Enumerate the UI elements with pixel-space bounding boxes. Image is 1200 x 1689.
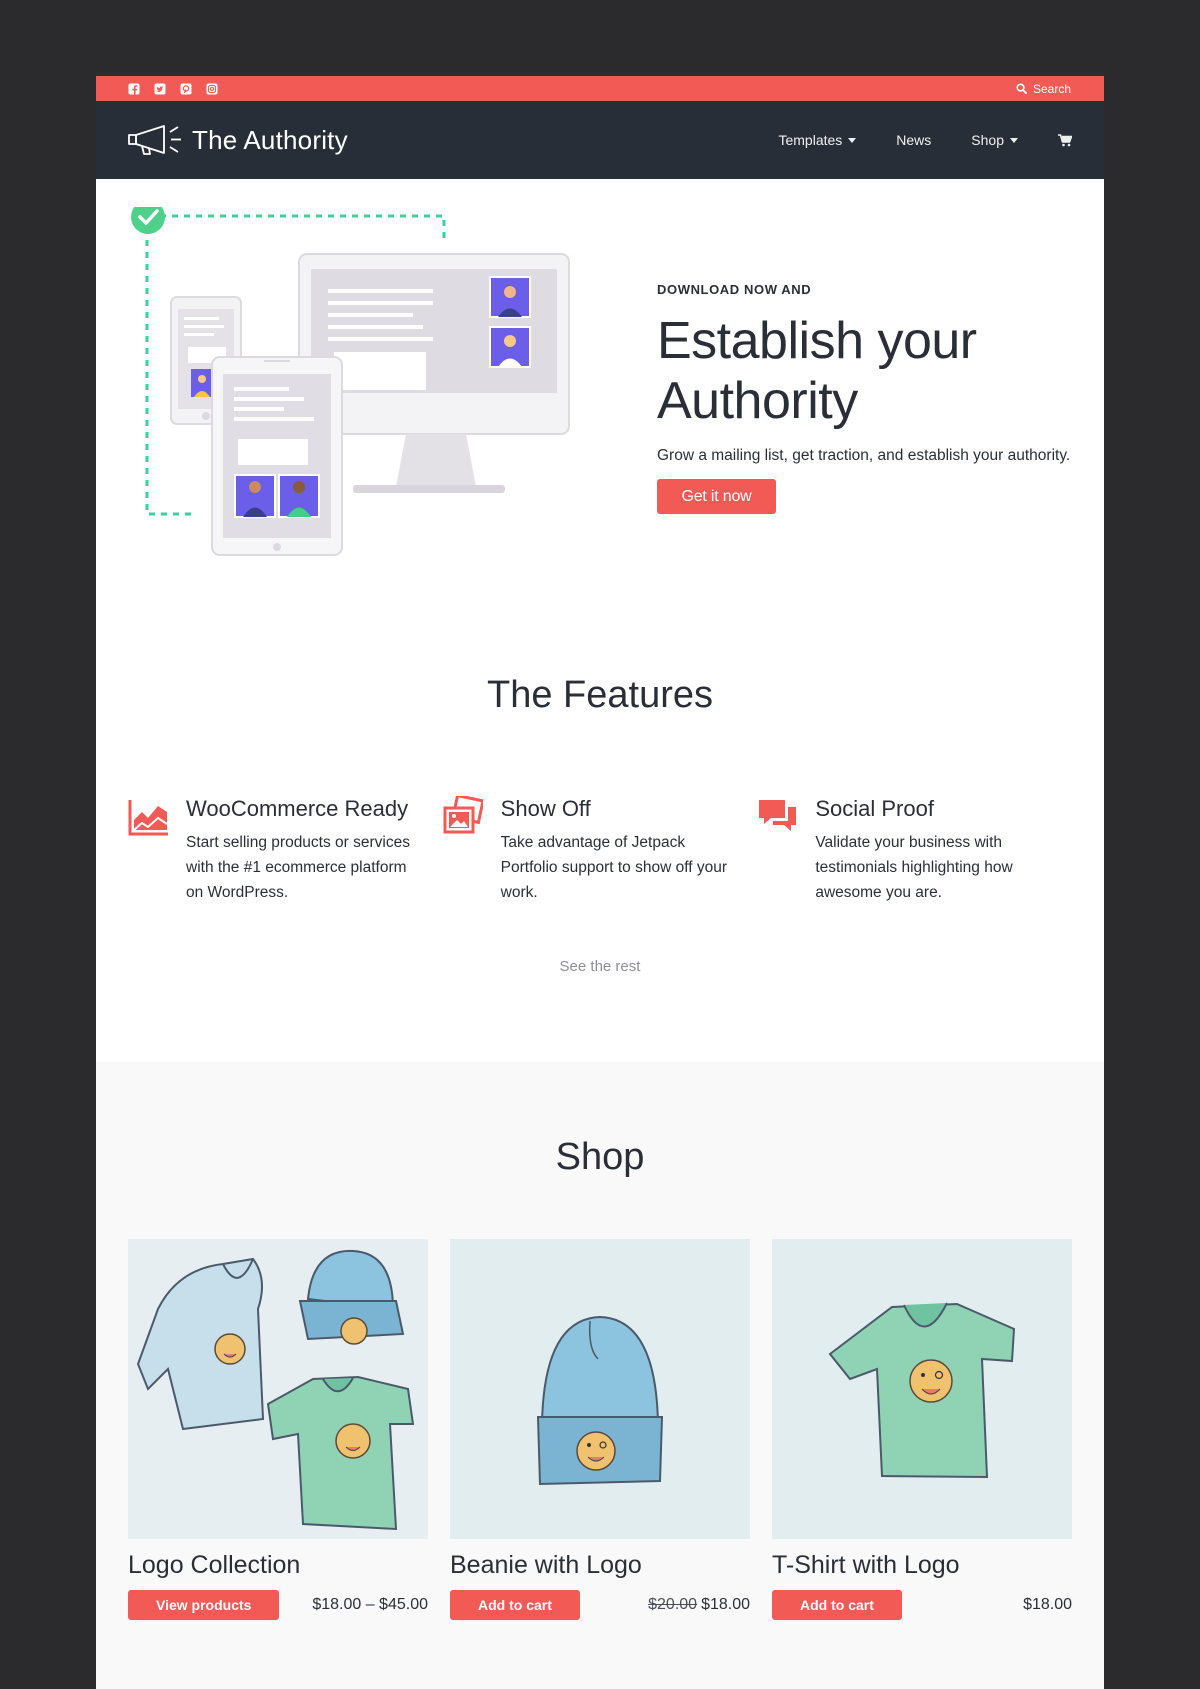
search-label: Search (1032, 81, 1071, 96)
social-links (128, 83, 218, 95)
hero-title-line: Authority (657, 372, 858, 430)
top-bar: Search (96, 76, 1104, 101)
menu-item-news[interactable]: News (896, 132, 931, 148)
feature-item: WooCommerce Ready Start selling products… (128, 796, 443, 905)
menu-item-shop[interactable]: Shop (971, 132, 1018, 148)
megaphone-logo-icon (128, 125, 181, 155)
facebook-icon[interactable] (128, 83, 140, 95)
devices-illustration (131, 207, 570, 556)
feature-title: Show Off (500, 796, 591, 821)
product-price: $20.00 $18.00 (648, 1596, 750, 1614)
add-to-cart-button[interactable]: Add to cart (450, 1590, 580, 1620)
get-it-now-button[interactable]: Get it now (657, 479, 776, 514)
pinterest-icon[interactable] (180, 83, 192, 95)
product-grid: Logo Collection View products $18.00 – $… (128, 1239, 1072, 1620)
site-brand[interactable]: The Authority (128, 123, 348, 157)
see-the-rest-link[interactable]: See the rest (96, 958, 1104, 975)
product-sale-price: $18.00 (701, 1596, 750, 1613)
feature-text: Validate your business with testimonials… (815, 834, 1013, 901)
product-image[interactable] (772, 1239, 1072, 1539)
hero-section: DOWNLOAD NOW AND Establish your Authorit… (96, 179, 1104, 619)
main-nav: The Authority Templates News Shop (96, 101, 1104, 179)
instagram-icon[interactable] (206, 83, 218, 95)
photos-icon (443, 796, 483, 905)
area-chart-icon (128, 796, 168, 905)
search-link[interactable]: Search (1016, 82, 1071, 96)
menu-item-templates[interactable]: Templates (778, 132, 857, 148)
cart-link[interactable] (1058, 133, 1072, 147)
site-title: The Authority (192, 124, 348, 155)
page-frame: Search The Authority Templates News Shop… (96, 76, 1104, 1689)
hero-copy: DOWNLOAD NOW AND Establish your Authorit… (657, 282, 1077, 514)
hero-subtitle: Grow a mailing list, get traction, and e… (657, 447, 1071, 464)
shop-section: Shop Logo Collection View products $18.0… (96, 1062, 1104, 1689)
menu-item-label: Templates (778, 132, 843, 148)
menu-item-label: Shop (971, 132, 1004, 148)
feature-text: Take advantage of Jetpack Portfolio supp… (500, 834, 727, 901)
product-card: Beanie with Logo Add to cart $20.00 $18.0… (450, 1239, 750, 1620)
product-name[interactable]: Beanie with Logo (450, 1551, 750, 1580)
product-actions: Add to cart $20.00 $18.00 (450, 1590, 750, 1620)
feature-item: Show Off Take advantage of Jetpack Portf… (443, 796, 758, 905)
product-image[interactable] (450, 1239, 750, 1539)
product-name[interactable]: Logo Collection (128, 1551, 428, 1580)
feature-item: Social Proof Validate your business with… (757, 796, 1072, 905)
product-card: Logo Collection View products $18.00 – $… (128, 1239, 428, 1620)
add-to-cart-button[interactable]: Add to cart (772, 1590, 902, 1620)
primary-menu: Templates News Shop (778, 132, 1072, 148)
cart-icon (1058, 133, 1072, 146)
features-list: WooCommerce Ready Start selling products… (128, 796, 1072, 905)
feature-title: WooCommerce Ready (186, 796, 409, 821)
product-image[interactable] (128, 1239, 428, 1539)
search-icon (1016, 83, 1027, 94)
product-actions: View products $18.00 – $45.00 (128, 1590, 428, 1620)
product-card: T-Shirt with Logo Add to cart $18.00 (772, 1239, 1072, 1620)
feature-text: Start selling products or services with … (186, 834, 410, 901)
product-price: $18.00 – $45.00 (312, 1596, 428, 1613)
hero-title-line: Establish your (657, 312, 977, 370)
caret-down-icon (1010, 137, 1018, 143)
product-price: $18.00 (1023, 1596, 1072, 1613)
product-old-price: $20.00 (648, 1596, 698, 1613)
product-actions: Add to cart $18.00 (772, 1590, 1072, 1620)
features-title: The Features (487, 674, 713, 716)
comments-icon (757, 796, 797, 905)
feature-title: Social Proof (815, 796, 934, 821)
product-name[interactable]: T-Shirt with Logo (772, 1551, 1072, 1580)
hero-title: Establish your Authority (657, 311, 1077, 431)
hero-eyebrow: DOWNLOAD NOW AND (657, 282, 812, 297)
twitter-icon[interactable] (154, 83, 166, 95)
view-products-button[interactable]: View products (128, 1590, 280, 1620)
caret-down-icon (848, 137, 857, 143)
shop-title: Shop (555, 1136, 645, 1178)
menu-item-label: News (896, 132, 932, 148)
